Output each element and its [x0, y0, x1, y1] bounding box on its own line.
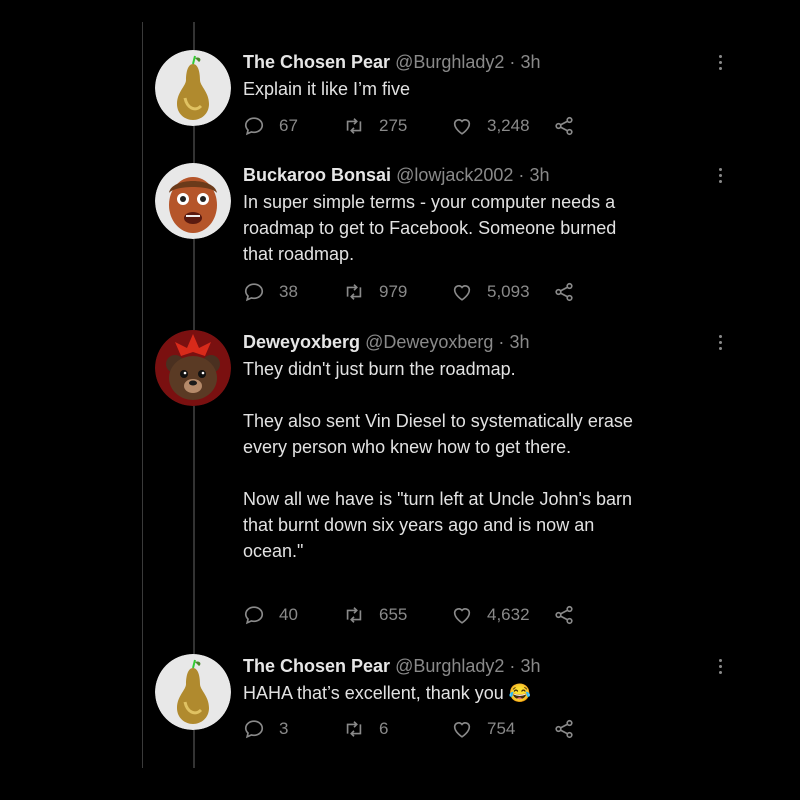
retweet-count: 275	[379, 116, 408, 135]
reply-button[interactable]: 40	[243, 603, 298, 627]
tweet-text: Explain it like I’m five	[243, 76, 648, 102]
frame-border-line	[142, 22, 143, 768]
retweet-button[interactable]: 655	[343, 603, 407, 627]
user-handle[interactable]: @Burghlady2	[395, 656, 504, 676]
share-icon	[555, 282, 573, 302]
more-icon	[718, 168, 722, 171]
retweet-count: 655	[379, 605, 408, 624]
more-icon	[718, 335, 722, 338]
timestamp[interactable]: 3h	[529, 165, 549, 185]
retweet-button[interactable]: 979	[343, 280, 407, 304]
retweet-icon	[346, 118, 362, 134]
display-name[interactable]: Deweyoxberg	[243, 332, 360, 352]
avatar[interactable]	[155, 163, 231, 239]
like-count: 4,632	[487, 605, 530, 624]
more-options-button[interactable]	[713, 656, 727, 678]
like-icon	[453, 608, 471, 624]
like-count: 754	[487, 719, 516, 738]
tweet-text: HAHA that’s excellent, thank you 😂	[243, 680, 648, 706]
share-icon	[555, 116, 573, 136]
laughing-emoji-icon: 😂	[508, 683, 532, 703]
user-handle[interactable]: @lowjack2002	[396, 165, 513, 185]
action-bar: 40 655 4,632	[243, 603, 643, 627]
timestamp[interactable]: 3h	[520, 656, 540, 676]
retweet-icon	[346, 721, 362, 737]
more-options-button[interactable]	[713, 165, 727, 187]
share-button[interactable]	[553, 603, 575, 627]
retweet-icon	[346, 284, 362, 300]
like-icon	[453, 722, 471, 738]
display-name[interactable]: Buckaroo Bonsai	[243, 165, 391, 185]
share-button[interactable]	[553, 280, 575, 304]
share-icon	[555, 719, 573, 739]
share-icon	[555, 605, 573, 625]
like-button[interactable]: 4,632	[451, 603, 530, 627]
like-button[interactable]: 5,093	[451, 280, 530, 304]
more-icon	[718, 55, 722, 58]
retweet-count: 6	[379, 719, 389, 738]
reply-count: 3	[279, 719, 289, 738]
retweet-button[interactable]: 275	[343, 114, 407, 138]
separator-dot: ·	[518, 165, 525, 185]
pear-avatar-icon	[155, 50, 231, 126]
action-bar: 38 979 5,093	[243, 280, 643, 304]
separator-dot: ·	[509, 52, 516, 72]
action-bar: 67 275 3,248	[243, 114, 643, 138]
like-count: 3,248	[487, 116, 530, 135]
avatar[interactable]	[155, 50, 231, 126]
reply-icon	[244, 117, 264, 136]
separator-dot: ·	[498, 332, 505, 352]
avatar[interactable]	[155, 654, 231, 730]
reply-icon	[244, 720, 264, 739]
reply-button[interactable]: 67	[243, 114, 298, 138]
user-handle[interactable]: @Deweyoxberg	[365, 332, 493, 352]
avatar[interactable]	[155, 330, 231, 406]
display-name[interactable]: The Chosen Pear	[243, 52, 390, 72]
retweet-count: 979	[379, 282, 408, 301]
like-button[interactable]: 3,248	[451, 114, 530, 138]
more-icon	[718, 659, 722, 662]
like-button[interactable]: 754	[451, 717, 515, 741]
retweet-icon	[346, 607, 362, 623]
reply-button[interactable]: 3	[243, 717, 288, 741]
face-mask-avatar-icon	[155, 163, 231, 239]
tweet-paragraph: In super simple terms - your computer ne…	[243, 192, 617, 264]
reply-count: 67	[279, 116, 298, 135]
separator-dot: ·	[509, 656, 516, 676]
tweet-paragraph: Now all we have is "turn left at Uncle J…	[243, 489, 633, 561]
reply-count: 40	[279, 605, 298, 624]
reply-icon	[244, 606, 264, 625]
tweet-paragraph-text: HAHA that’s excellent, thank you	[243, 683, 504, 703]
more-options-button[interactable]	[713, 332, 727, 354]
tweet-paragraph: Explain it like I’m five	[243, 79, 411, 99]
share-button[interactable]	[553, 717, 575, 741]
tweet-text: In super simple terms - your computer ne…	[243, 189, 648, 267]
like-icon	[453, 119, 471, 135]
more-options-button[interactable]	[713, 52, 727, 74]
tweet-paragraph: They didn't just burn the roadmap.	[243, 359, 516, 379]
tweet-paragraph: HAHA that’s excellent, thank you 😂	[243, 680, 648, 706]
tweet-text: They didn't just burn the roadmap. They …	[243, 356, 648, 564]
reply-count: 38	[279, 282, 298, 301]
share-button[interactable]	[553, 114, 575, 138]
user-handle[interactable]: @Burghlady2	[395, 52, 504, 72]
reply-button[interactable]: 38	[243, 280, 298, 304]
like-icon	[453, 285, 471, 301]
display-name[interactable]: The Chosen Pear	[243, 656, 390, 676]
pear-avatar-icon	[155, 654, 231, 730]
reply-icon	[244, 283, 264, 302]
retweet-button[interactable]: 6	[343, 717, 388, 741]
tweet-paragraph: They also sent Vin Diesel to systematica…	[243, 411, 633, 457]
timestamp[interactable]: 3h	[520, 52, 540, 72]
timestamp[interactable]: 3h	[509, 332, 529, 352]
like-count: 5,093	[487, 282, 530, 301]
bear-avatar-icon	[155, 330, 231, 406]
action-bar: 3 6 754	[243, 717, 643, 741]
